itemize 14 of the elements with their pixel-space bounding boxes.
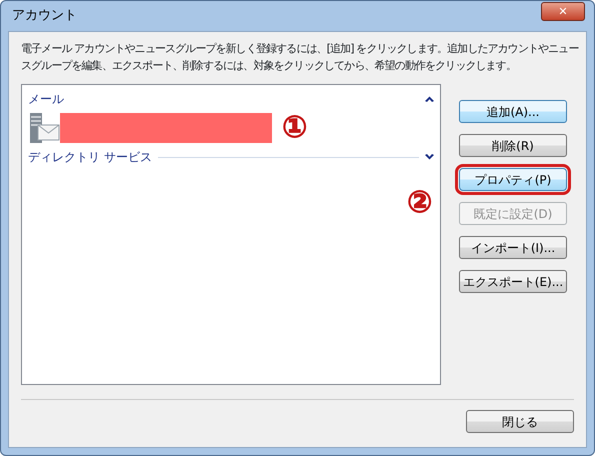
window-title: アカウント bbox=[12, 7, 77, 26]
expand-caret-icon[interactable] bbox=[425, 154, 434, 160]
close-dialog-button[interactable]: 閉じる bbox=[466, 410, 574, 433]
action-button[interactable]: 追加(A)... bbox=[459, 100, 567, 123]
action-button[interactable]: 削除(R) bbox=[459, 134, 567, 157]
instruction-text: 電子メール アカウントやニュースグループを新しく登録するには、[追加] をクリックします。追加したアカウントやニュースグループを編集、エクスポート、削除するには、対象をクリックしてから、希望の動作をクリックします。 bbox=[21, 41, 580, 74]
annotation-number: ① bbox=[282, 113, 308, 143]
mail-server-icon bbox=[28, 112, 60, 144]
annotation-number: ② bbox=[407, 188, 432, 218]
group-header[interactable]: ディレクトリ サービス bbox=[28, 148, 152, 166]
collapse-caret-icon[interactable] bbox=[425, 96, 434, 102]
action-button[interactable]: エクスポート(E)... bbox=[459, 270, 567, 293]
group-header[interactable]: メール bbox=[28, 90, 64, 108]
action-button[interactable]: インポート(I)... bbox=[459, 236, 567, 259]
